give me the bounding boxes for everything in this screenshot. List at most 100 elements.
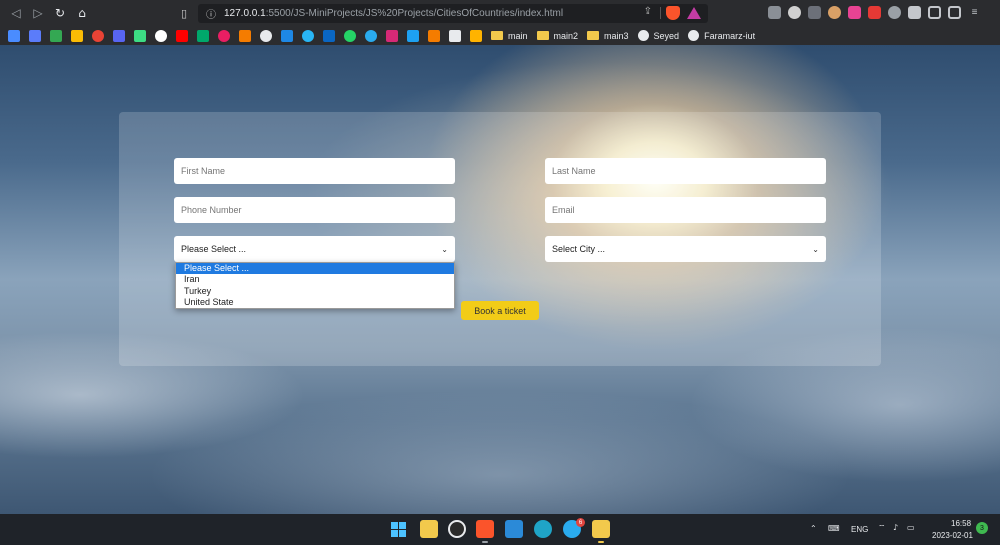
city-select[interactable]: Select City ... ⌄ (545, 236, 826, 262)
extension-icon[interactable] (868, 6, 881, 19)
bookmark-site-icon[interactable] (470, 29, 482, 42)
email-input[interactable]: Email (545, 197, 826, 223)
bookmark-site-icon[interactable] (113, 29, 125, 42)
extension-icon[interactable] (888, 6, 901, 19)
extension-icon[interactable] (848, 6, 861, 19)
bookmark-label: main3 (604, 30, 629, 41)
bookmark-faramarz[interactable]: Faramarz-iut (688, 30, 755, 41)
site-info-icon[interactable]: ⓘ (204, 7, 218, 21)
clock-date[interactable]: 2023-02-01 (932, 531, 973, 540)
extension-icon[interactable] (768, 6, 781, 19)
phone-input[interactable]: Phone Number (174, 197, 455, 223)
chevron-down-icon: ⌄ (441, 244, 448, 254)
bookmark-site-icon[interactable] (323, 29, 335, 42)
last-name-placeholder: Last Name (552, 166, 596, 176)
github-icon (637, 30, 649, 41)
bookmark-folder-main3[interactable]: main3 (587, 31, 629, 41)
brave-browser-icon[interactable] (476, 520, 494, 538)
book-ticket-button[interactable]: Book a ticket (461, 301, 539, 320)
bookmark-site-icon[interactable] (71, 29, 83, 42)
extension-icon[interactable] (788, 6, 801, 19)
bookmark-site-icon[interactable] (428, 29, 440, 42)
extension-icon[interactable] (828, 6, 841, 19)
wifi-icon[interactable]: ⌔ (878, 523, 886, 533)
bookmark-seyed[interactable]: Seyed (637, 30, 680, 41)
folder-icon (536, 31, 549, 40)
puzzle-icon[interactable] (908, 6, 921, 19)
bookmark-site-icon[interactable] (134, 29, 146, 42)
menu-icon[interactable]: ≡ (968, 6, 981, 19)
url-path: :5500/JS-MiniProjects/JS%20Projects/Citi… (265, 8, 564, 19)
start-icon[interactable] (391, 522, 407, 538)
bookmark-icon[interactable]: ▯ (176, 5, 192, 21)
bookmark-folder-main2[interactable]: main2 (536, 30, 579, 41)
share-icon[interactable]: ⇪ (644, 6, 652, 17)
edge-icon[interactable] (534, 520, 552, 538)
file-explorer-icon[interactable] (420, 520, 438, 538)
first-name-placeholder: First Name (181, 166, 226, 176)
notification-badge[interactable]: 3 (976, 522, 988, 534)
country-select-value: Please Select ... (181, 244, 247, 254)
bookmark-site-icon[interactable] (92, 29, 104, 42)
bookmark-site-icon[interactable] (8, 29, 20, 42)
bookmark-label: Seyed (653, 30, 680, 41)
page-background: First Name Last Name Phone Number Email … (0, 45, 1000, 514)
bookmark-site-icon[interactable] (29, 29, 41, 42)
address-bar[interactable]: ⓘ 127.0.0.1:5500/JS-MiniProjects/JS%20Pr… (198, 4, 708, 23)
country-select[interactable]: Please Select ... ⌄ (174, 236, 455, 262)
bookmark-site-icon[interactable] (239, 29, 251, 42)
brave-shield-icon[interactable] (666, 6, 680, 20)
bookmark-site-icon[interactable] (407, 29, 419, 42)
wallet-icon[interactable] (948, 6, 961, 19)
last-name-input[interactable]: Last Name (545, 158, 826, 184)
keyboard-icon[interactable]: ⌨ (828, 524, 840, 533)
bookmark-site-icon[interactable] (302, 29, 314, 42)
forward-button[interactable]: ▷ (28, 3, 48, 23)
windows-taskbar: 6 ⌃ ⌨ ENG ⌔ ♪ ▭ 16:58 2023-02-01 (0, 514, 1000, 545)
bookmark-site-icon[interactable] (197, 29, 209, 42)
bookmark-site-icon[interactable] (344, 29, 356, 42)
bookmark-site-icon[interactable] (176, 29, 188, 42)
country-dropdown-list: Please Select ... Iran Turkey United Sta… (175, 262, 455, 309)
bookmark-site-icon[interactable] (281, 29, 293, 42)
url-host: 127.0.0.1 (224, 8, 266, 19)
bookmark-label: main (508, 30, 528, 41)
volume-icon[interactable]: ♪ (893, 523, 898, 532)
bookmark-label: main2 (553, 30, 579, 41)
brave-rewards-icon[interactable] (687, 7, 701, 19)
home-button[interactable]: ⌂ (72, 3, 92, 23)
sidebar-icon[interactable] (928, 6, 941, 19)
media-player-icon[interactable] (448, 520, 466, 538)
clock-time[interactable]: 16:58 (951, 519, 971, 528)
country-option[interactable]: Iran (176, 274, 454, 285)
folder-icon (587, 31, 600, 40)
country-option[interactable]: Please Select ... (176, 263, 454, 275)
back-button[interactable]: ◁ (6, 3, 26, 23)
notes-app-icon[interactable] (592, 520, 610, 538)
bookmark-site-icon[interactable] (449, 29, 461, 42)
url-text: 127.0.0.1:5500/JS-MiniProjects/JS%20Proj… (224, 8, 563, 19)
bookmark-site-icon[interactable] (155, 29, 167, 42)
telegram-badge: 6 (576, 518, 585, 527)
first-name-input[interactable]: First Name (174, 158, 455, 184)
vscode-icon[interactable] (505, 520, 523, 538)
bookmark-site-icon[interactable] (386, 29, 398, 42)
country-option[interactable]: Turkey (176, 286, 454, 297)
email-placeholder: Email (552, 205, 575, 215)
url-divider (660, 7, 661, 19)
phone-placeholder: Phone Number (181, 205, 242, 215)
bookmark-site-icon[interactable] (260, 29, 272, 42)
extension-icon[interactable] (808, 6, 821, 19)
bookmark-folder-main[interactable]: main (491, 31, 528, 41)
country-option[interactable]: United State (176, 297, 454, 308)
extensions-area: ≡ (768, 6, 981, 19)
tray-chevron-up-icon[interactable]: ⌃ (810, 524, 817, 533)
bookmark-site-icon[interactable] (365, 29, 377, 42)
reload-button[interactable]: ↻ (50, 3, 70, 23)
city-select-value: Select City ... (552, 244, 606, 254)
bookmarks-bar: main main2 main3 Seyed Faramarz-iut (0, 26, 1000, 45)
bookmark-site-icon[interactable] (218, 29, 230, 42)
battery-icon[interactable]: ▭ (907, 523, 915, 532)
language-indicator[interactable]: ENG (851, 525, 868, 534)
bookmark-site-icon[interactable] (50, 29, 62, 42)
